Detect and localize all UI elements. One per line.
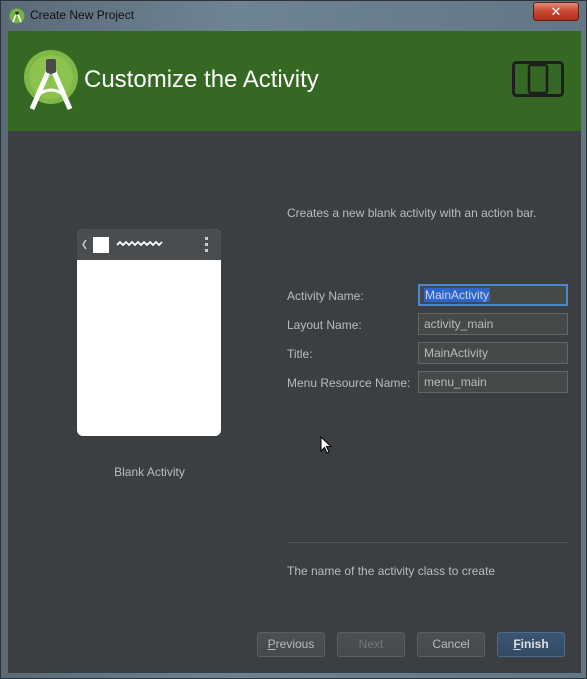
previous-button[interactable]: Previous	[257, 632, 325, 657]
finish-mnemonic: F	[513, 637, 521, 651]
finish-button[interactable]: Finish	[497, 632, 565, 657]
phone-tablet-icon	[512, 61, 564, 97]
cancel-button[interactable]: Cancel	[417, 632, 485, 657]
mouse-cursor-icon	[320, 436, 332, 454]
activity-preview-thumbnail[interactable]	[77, 229, 221, 436]
title-bar[interactable]: Create New Project ✕	[1, 1, 587, 31]
window-title: Create New Project	[30, 8, 135, 22]
activity-name-value: MainActivity	[424, 288, 491, 302]
layout-name-label: Layout Name:	[287, 318, 362, 332]
window-frame: Create New Project ✕ Customize the Activ…	[0, 0, 587, 679]
previous-label: revious	[275, 637, 315, 651]
action-bar-preview	[77, 229, 221, 260]
next-button[interactable]: Next	[337, 632, 405, 657]
action-bar-glyphs	[82, 237, 208, 253]
activity-name-input[interactable]: MainActivity	[418, 284, 568, 306]
help-text: The name of the activity class to create	[287, 564, 496, 578]
template-description: Creates a new blank activity with an act…	[287, 206, 537, 220]
menu-resource-name-input[interactable]: menu_main	[418, 371, 568, 393]
title-input[interactable]: MainActivity	[418, 342, 568, 364]
android-studio-icon	[9, 8, 25, 24]
page-title: Customize the Activity	[84, 66, 319, 93]
menu-resource-name-label: Menu Resource Name:	[287, 376, 411, 390]
close-button[interactable]: ✕	[533, 2, 579, 21]
finish-label: inish	[520, 637, 549, 651]
divider	[287, 542, 568, 543]
dialog-content: Customize the Activity Blank Activity Cr…	[8, 31, 581, 673]
title-label: Title:	[287, 347, 313, 361]
android-studio-icon	[24, 50, 78, 110]
layout-name-input[interactable]: activity_main	[418, 313, 568, 335]
previous-mnemonic: P	[267, 637, 276, 651]
activity-name-label: Activity Name:	[287, 289, 364, 303]
header-banner: Customize the Activity	[8, 31, 581, 131]
template-name: Blank Activity	[114, 465, 185, 479]
